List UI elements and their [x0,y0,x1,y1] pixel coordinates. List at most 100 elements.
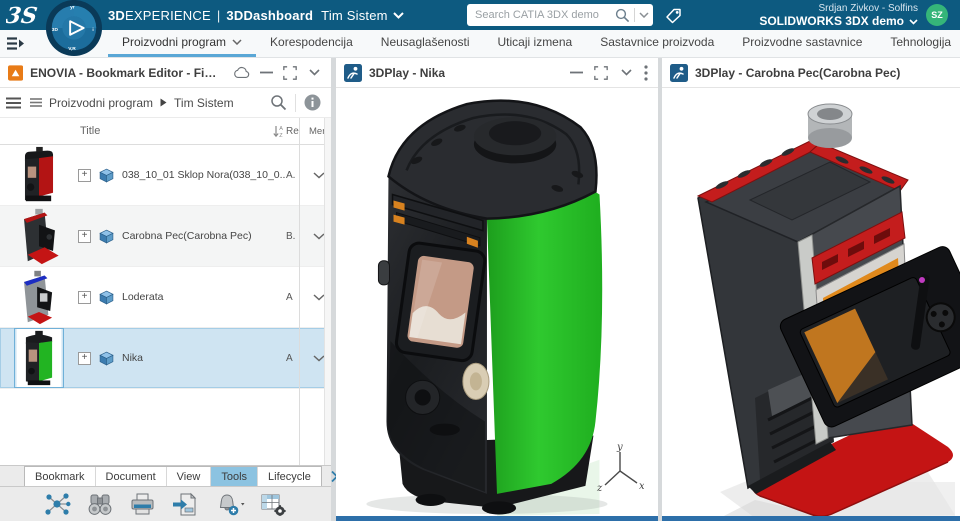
3dplay-app-icon [670,64,688,82]
panel-title: 3DPlay - Nika [369,66,445,80]
axis-z-label: z [596,483,603,494]
minimize-icon[interactable] [258,64,275,82]
breadcrumb-root[interactable]: Proizvodni program [49,96,153,110]
3dplay-app-icon [344,64,362,82]
row-revision: A. [286,170,306,181]
3dplay-carobna-panel: 3DPlay - Carobna Pec(Carobna Pec) [662,58,960,521]
product-cube-icon [99,229,114,244]
tab-sastavnice-proizvoda[interactable]: Sastavnice proizvoda [586,30,728,57]
tab-document[interactable]: Document [96,467,167,486]
thumbnail-loderata[interactable] [0,268,78,326]
bookmark-table: Title A Z Re Menu [0,118,331,465]
table-settings-icon[interactable] [260,492,287,517]
search-binoculars-icon[interactable] [86,492,114,517]
tab-uticaji-izmena[interactable]: Uticaji izmena [484,30,587,57]
thumbnail-carobna-pec[interactable] [0,207,78,265]
tab-tools[interactable]: Tools [211,467,258,486]
tools-toolbar [0,487,331,521]
3d-viewport-carobna[interactable] [662,88,960,521]
breadcrumb: Proizvodni program Tim Sistem [30,96,234,110]
breadcrumb-arrow-icon [160,98,167,107]
breadcrumb-current[interactable]: Tim Sistem [174,96,234,110]
table-row-loderata[interactable]: + Loderata A [0,267,331,328]
column-title[interactable]: Title [0,125,273,137]
row-title[interactable]: Loderata [122,291,286,303]
user-avatar[interactable]: SZ [926,4,948,26]
thumbnail-sklop-nora[interactable] [0,146,78,204]
3dplay-nika-panel: 3DPlay - Nika [336,58,658,521]
expand-plus-button[interactable]: + [78,291,91,304]
panel-menu-icon[interactable] [6,97,22,109]
impact-graph-icon[interactable] [44,492,71,517]
expand-plus-button[interactable]: + [78,169,91,182]
search-icon[interactable] [615,8,630,23]
tab-view[interactable]: View [167,467,212,486]
sort-icon[interactable]: A Z [273,125,284,138]
expand-plus-button[interactable]: + [78,352,91,365]
viewport-bottom-bar [336,516,658,521]
column-divider [299,118,300,465]
top-bar: 3S 3D V,R i yr 3D EXPERIENCE | 3DDashboa… [0,0,960,30]
scrollbar-gutter[interactable] [324,118,331,465]
table-row-sklop-nora[interactable]: + 038_10_01 Sklop Nora(038_10_0... A. [0,145,331,206]
panel-toggle-icon[interactable] [7,37,25,50]
export-file-icon[interactable] [171,492,199,517]
tab-neusaglasenosti[interactable]: Neusaglašenosti [367,30,484,57]
collapse-chevron-icon[interactable] [306,64,323,82]
subscribe-bell-add-icon[interactable] [214,492,245,517]
column-revision[interactable]: Re [286,126,306,137]
maximize-icon[interactable] [592,64,610,82]
compass-icon[interactable]: 3D V,R i yr [45,0,103,57]
search-options-chevron-icon[interactable] [639,12,649,18]
svg-text:i: i [92,27,93,33]
search-input[interactable] [475,9,615,21]
minimize-icon[interactable] [567,64,585,82]
tag-icon[interactable] [664,6,683,25]
table-empty-area [0,389,331,465]
user-info[interactable]: Srdjan Zivkov - Solfins SOLIDWORKS 3DX d… [759,2,918,28]
search-divider [634,8,635,22]
bookmark-editor-header: ENOVIA - Bookmark Editor - Firm... [0,58,331,88]
viewport-bottom-bar [662,516,960,521]
panel-bottom-bar: Bookmark Document View Tools Lifecycle ♡ [0,465,331,521]
bookmark-root-menu-icon[interactable] [30,98,42,107]
tab-proizvodni-program[interactable]: Proizvodni program [108,30,256,57]
axis-y-label: y [616,443,623,453]
print-icon[interactable] [129,492,156,517]
axis-triad: y z x [596,443,644,497]
cloud-icon[interactable] [233,64,251,82]
table-header: Title A Z Re Menu [0,118,331,145]
3dplay-nika-header: 3DPlay - Nika [336,58,658,88]
chevron-down-icon[interactable] [393,12,404,19]
info-icon[interactable] [304,94,321,111]
tab-lifecycle[interactable]: Lifecycle [258,467,321,486]
collapse-chevron-icon[interactable] [617,64,635,82]
kebab-menu-icon[interactable] [642,64,650,82]
maximize-icon[interactable] [282,64,299,82]
tab-chevron-icon[interactable] [232,39,242,45]
3d-viewport-nika[interactable]: y z x [336,88,658,521]
filter-search-icon[interactable] [270,94,287,111]
row-revision: A [286,353,306,364]
table-row-carobna-pec[interactable]: + Carobna Pec(Carobna Pec) B. [0,206,331,267]
dashboard-name[interactable]: Tim Sistem [321,8,388,23]
thumbnail-nika[interactable] [0,329,78,387]
tab-bookmark[interactable]: Bookmark [25,467,96,486]
row-title[interactable]: Nika [122,352,286,364]
row-revision: A [286,292,306,303]
tab-tehnologija[interactable]: Tehnologija [876,30,960,57]
bottom-tab-strip: Bookmark Document View Tools Lifecycle [24,466,322,486]
compass-graphic: 3D V,R i yr [45,0,103,57]
row-title[interactable]: Carobna Pec(Carobna Pec) [122,230,286,242]
panel-title: 3DPlay - Carobna Pec(Carobna Pec) [695,66,900,80]
product-cube-icon [99,290,114,305]
workspace: ENOVIA - Bookmark Editor - Firm... [0,58,960,521]
table-row-nika[interactable]: + Nika A [0,328,331,389]
tab-proizvodne-sastavnice[interactable]: Proizvodne sastavnice [728,30,876,57]
row-title[interactable]: 038_10_01 Sklop Nora(038_10_0... [122,169,286,181]
header-divider [295,94,296,112]
expand-plus-button[interactable]: + [78,230,91,243]
tab-korespodencija[interactable]: Korespodencija [256,30,367,57]
tenant-chevron-icon[interactable] [909,19,918,25]
app-name: 3DDashboard [226,8,313,23]
